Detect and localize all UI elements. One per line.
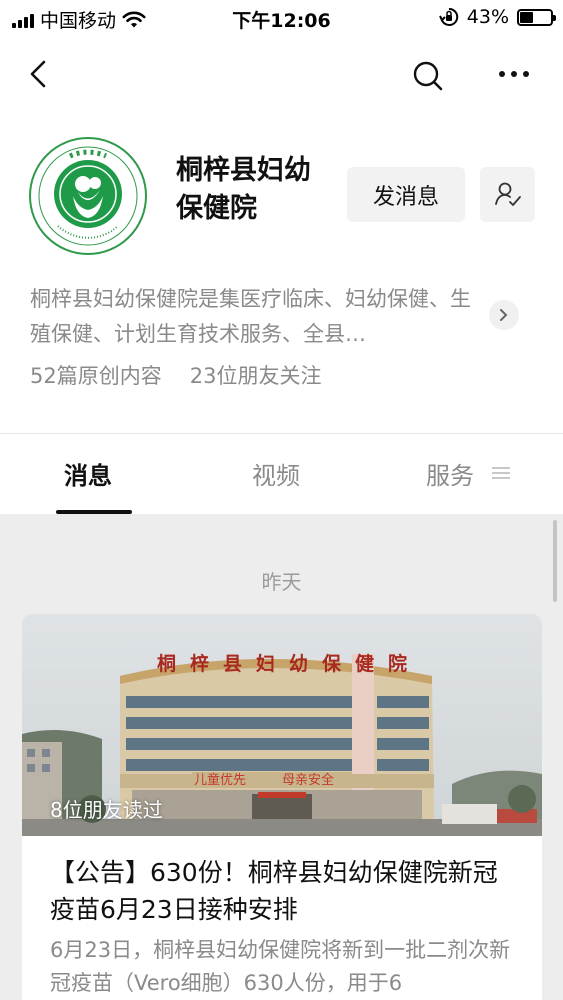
battery-percent: 43% [466,6,509,28]
nav-bar [0,48,563,100]
tab-bar: 消息 视频 服务 [0,434,563,514]
person-check-icon [494,182,521,206]
tab-messages[interactable]: 消息 [64,456,112,491]
account-stats: 52篇原创内容 23位朋友关注 [30,360,321,390]
status-right: 43% [438,6,556,28]
send-message-button[interactable]: 发消息 [347,167,465,222]
banner-right-text: 母亲安全 [282,772,334,788]
battery-icon [517,8,556,26]
building-sign-text: 桐梓县妇幼保健院 [157,652,421,675]
article-title[interactable]: 【公告】630份！桐梓县妇幼保健院新冠疫苗6月23日接种安排 [50,854,520,928]
search-icon[interactable] [408,56,448,96]
friends-read-count: 8位朋友读过 [50,798,163,822]
account-avatar-logo[interactable] [28,136,148,256]
tab-videos[interactable]: 视频 [252,456,300,491]
description-expand-button[interactable] [489,300,519,330]
tab-services[interactable]: 服务 [426,456,474,491]
article-summary: 6月23日，桐梓县妇幼保健院将新到一批二剂次新冠疫苗（Vero细胞）630人份，… [50,938,511,995]
menu-icon[interactable] [492,466,510,480]
message-feed[interactable]: 昨天 桐梓县妇幼保健院 儿童优先 母亲安全 8位朋友读过 【公告】630份！桐梓… [0,514,563,1000]
back-icon[interactable] [22,56,58,92]
follower-count[interactable]: 23位朋友关注 [190,360,322,390]
article-card[interactable]: 桐梓县妇幼保健院 儿童优先 母亲安全 8位朋友读过 【公告】630份！桐梓县妇幼… [22,614,542,1000]
battery-fill [520,11,533,23]
status-bar: 中国移动 下午12:06 43% [0,0,563,38]
account-description[interactable]: 桐梓县妇幼保健院是集医疗临床、妇幼保健、生殖保健、计划生育技术服务、全县… [30,282,480,352]
date-separator: 昨天 [261,570,302,594]
orientation-lock-icon [438,7,458,26]
banner-left-text: 儿童优先 [194,772,246,788]
more-icon[interactable] [494,58,534,90]
chevron-right-icon [500,309,508,321]
article-count[interactable]: 52篇原创内容 [30,360,162,390]
follow-button[interactable] [480,167,535,222]
account-name: 桐梓县妇幼保健院 [176,155,311,224]
